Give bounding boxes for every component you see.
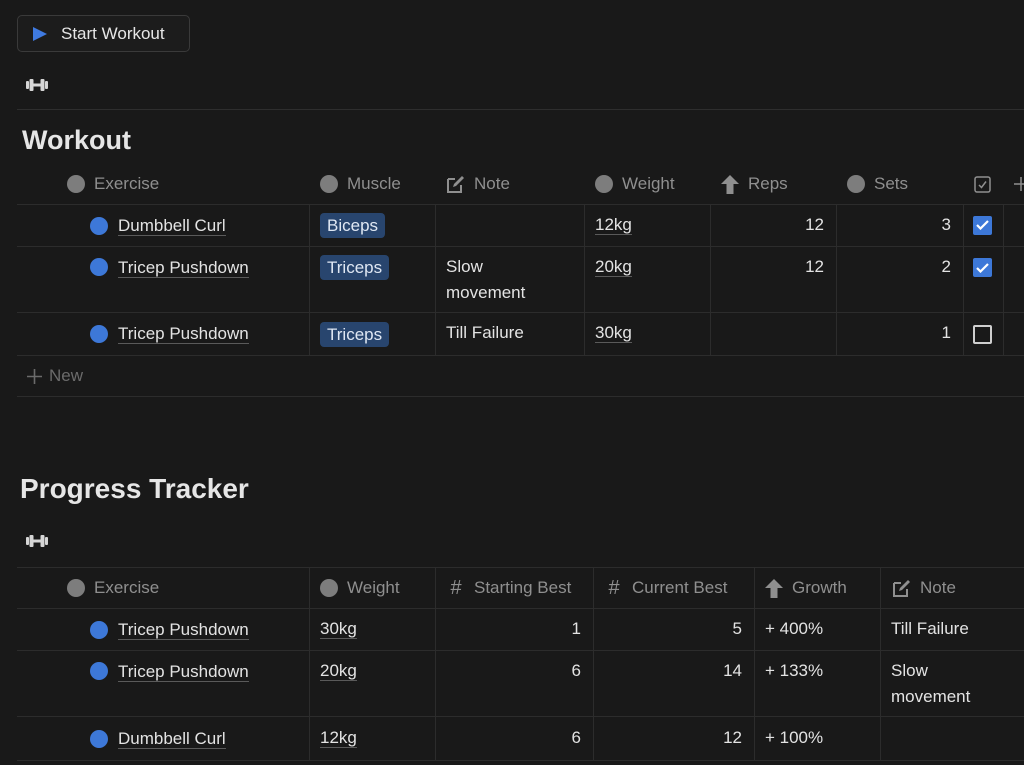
edit-icon <box>447 175 464 193</box>
note-cell[interactable] <box>446 205 581 246</box>
current-best-cell[interactable]: 12 <box>594 717 754 758</box>
circle-icon <box>847 175 865 193</box>
progress-title: Progress Tracker <box>20 473 249 504</box>
arrow-up-icon <box>721 174 739 194</box>
circle-icon <box>67 579 85 597</box>
col-starting-best[interactable]: # Starting Best <box>447 568 571 608</box>
muscle-tag: Biceps <box>320 213 386 238</box>
exercise-cell[interactable]: Tricep Pushdown <box>90 313 249 355</box>
muscle-tag: Triceps <box>320 321 390 347</box>
weight-cell[interactable]: 20kg <box>595 247 632 312</box>
edit-icon <box>893 579 910 597</box>
page-icon <box>90 620 108 639</box>
page-icon <box>90 662 108 680</box>
starting-best-cell[interactable]: 1 <box>436 609 593 648</box>
hash-icon: # <box>608 576 620 599</box>
growth-cell: + 400% <box>765 618 824 638</box>
weight-cell[interactable]: 30kg <box>320 609 357 648</box>
note-cell[interactable]: Slow movement <box>446 247 556 312</box>
page-icon <box>90 216 108 235</box>
current-best-cell[interactable]: 5 <box>594 609 754 648</box>
col-exercise[interactable]: Exercise <box>67 568 159 608</box>
col-weight[interactable]: Weight <box>595 165 675 203</box>
circle-icon <box>320 175 338 193</box>
weight-cell[interactable]: 30kg <box>595 313 632 353</box>
circle-icon <box>595 175 613 193</box>
sets-cell[interactable]: 2 <box>837 247 963 312</box>
muscle-tag: Triceps <box>320 255 390 280</box>
starting-best-cell[interactable]: 6 <box>436 717 593 758</box>
col-reps[interactable]: Reps <box>721 165 788 203</box>
col-note[interactable]: Note <box>892 568 956 608</box>
sets-cell[interactable]: 1 <box>837 313 963 353</box>
starting-best-cell[interactable]: 6 <box>436 651 593 716</box>
sets-cell[interactable]: 3 <box>837 205 963 245</box>
muscle-cell[interactable]: Triceps <box>320 313 390 355</box>
exercise-cell[interactable]: Dumbbell Curl <box>90 717 226 760</box>
circle-icon <box>67 175 85 193</box>
page-icon <box>90 729 108 748</box>
muscle-cell[interactable]: Triceps <box>320 247 390 312</box>
col-current-best[interactable]: # Current Best <box>605 568 727 608</box>
col-note[interactable]: Note <box>446 165 510 203</box>
checkbox-checked-icon <box>973 258 992 277</box>
growth-cell: + 133% <box>765 661 824 680</box>
col-weight[interactable]: Weight <box>320 568 400 608</box>
exercise-cell[interactable]: Tricep Pushdown <box>90 609 249 650</box>
weight-cell[interactable]: 20kg <box>320 651 357 716</box>
weight-cell[interactable]: 12kg <box>320 717 357 758</box>
note-cell[interactable]: Till Failure <box>446 313 581 353</box>
weight-cell[interactable]: 12kg <box>595 205 632 245</box>
checkbox-icon <box>974 175 991 193</box>
add-new-row-button[interactable]: New <box>27 356 83 396</box>
workout-table: Exercise Muscle Note Weight Reps Sets Du… <box>0 0 1024 400</box>
exercise-cell[interactable]: Dumbbell Curl <box>90 205 226 246</box>
plus-icon <box>27 368 42 384</box>
col-muscle[interactable]: Muscle <box>320 165 401 203</box>
col-exercise[interactable]: Exercise <box>67 165 159 203</box>
note-cell[interactable]: Slow movement <box>891 651 1001 716</box>
circle-icon <box>320 579 338 597</box>
reps-cell[interactable] <box>711 313 836 353</box>
exercise-cell[interactable]: Tricep Pushdown <box>90 651 249 716</box>
muscle-cell[interactable]: Biceps <box>320 205 386 246</box>
done-checkbox[interactable] <box>973 313 992 355</box>
reps-cell[interactable]: 12 <box>711 247 836 312</box>
exercise-cell[interactable]: Tricep Pushdown <box>90 247 249 312</box>
plus-icon <box>1014 177 1024 191</box>
arrow-up-icon <box>765 578 783 598</box>
current-best-cell[interactable]: 14 <box>594 651 754 716</box>
checkbox-checked-icon <box>973 215 992 235</box>
reps-cell[interactable]: 12 <box>711 205 836 245</box>
done-checkbox[interactable] <box>973 247 992 312</box>
note-cell[interactable]: Till Failure <box>891 609 969 648</box>
col-sets[interactable]: Sets <box>847 165 908 203</box>
add-column-button[interactable] <box>1014 165 1024 203</box>
page-icon <box>90 258 108 276</box>
growth-cell: + 100% <box>765 727 824 747</box>
checkbox-unchecked-icon <box>973 324 992 344</box>
col-done[interactable] <box>974 165 991 203</box>
hash-icon: # <box>450 576 462 599</box>
dumbbell-icon[interactable] <box>26 535 48 547</box>
page-icon <box>90 325 108 343</box>
done-checkbox[interactable] <box>973 205 992 245</box>
col-growth[interactable]: Growth <box>765 568 847 608</box>
